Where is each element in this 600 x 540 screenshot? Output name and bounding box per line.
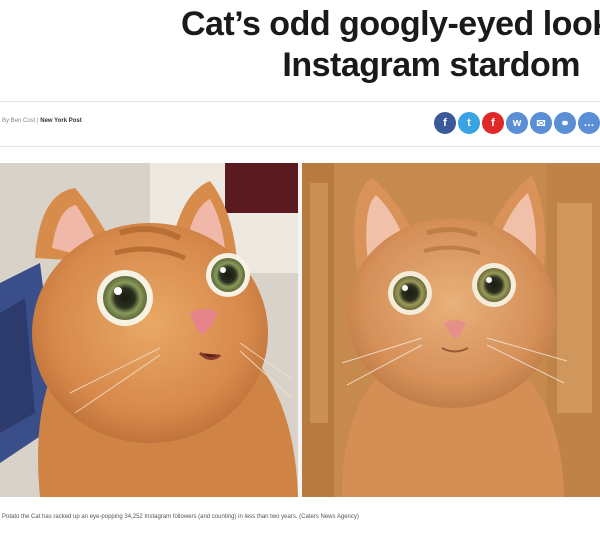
share-button-twitter[interactable]: t: [458, 112, 480, 134]
flipboard-icon: f: [491, 117, 495, 129]
email-icon: ✉: [536, 117, 546, 130]
divider-bottom: [0, 146, 600, 147]
share-button-whatsapp[interactable]: w: [506, 112, 528, 134]
copy-link-icon: ⚭: [560, 117, 570, 130]
more-icon: …: [583, 117, 595, 129]
photo-caption: Potato the Cat has racked up an eye-popp…: [2, 514, 359, 520]
share-bar: f t f w ✉ ⚭ …: [434, 112, 600, 134]
twitter-icon: t: [467, 117, 471, 129]
byline: By Ben Cost | New York Post: [2, 118, 82, 124]
cat-photo-left: [0, 163, 298, 497]
author-name[interactable]: By Ben Cost: [2, 118, 35, 124]
article-photo-collage: [0, 163, 600, 497]
publication-name[interactable]: New York Post: [40, 118, 81, 124]
share-button-more[interactable]: …: [578, 112, 600, 134]
share-button-copy-link[interactable]: ⚭: [554, 112, 576, 134]
share-button-flipboard[interactable]: f: [482, 112, 504, 134]
share-button-email[interactable]: ✉: [530, 112, 552, 134]
facebook-icon: f: [443, 117, 447, 129]
article-headline: Cat’s odd googly-eyed look e Instagram s…: [0, 0, 600, 96]
whatsapp-icon: w: [512, 117, 522, 129]
divider-top: [0, 101, 600, 102]
headline-line-1: Cat’s odd googly-eyed look e: [180, 5, 600, 43]
share-button-facebook[interactable]: f: [434, 112, 456, 134]
cat-photo-right: [302, 163, 600, 497]
headline-line-2: Instagram stardom: [282, 46, 580, 84]
